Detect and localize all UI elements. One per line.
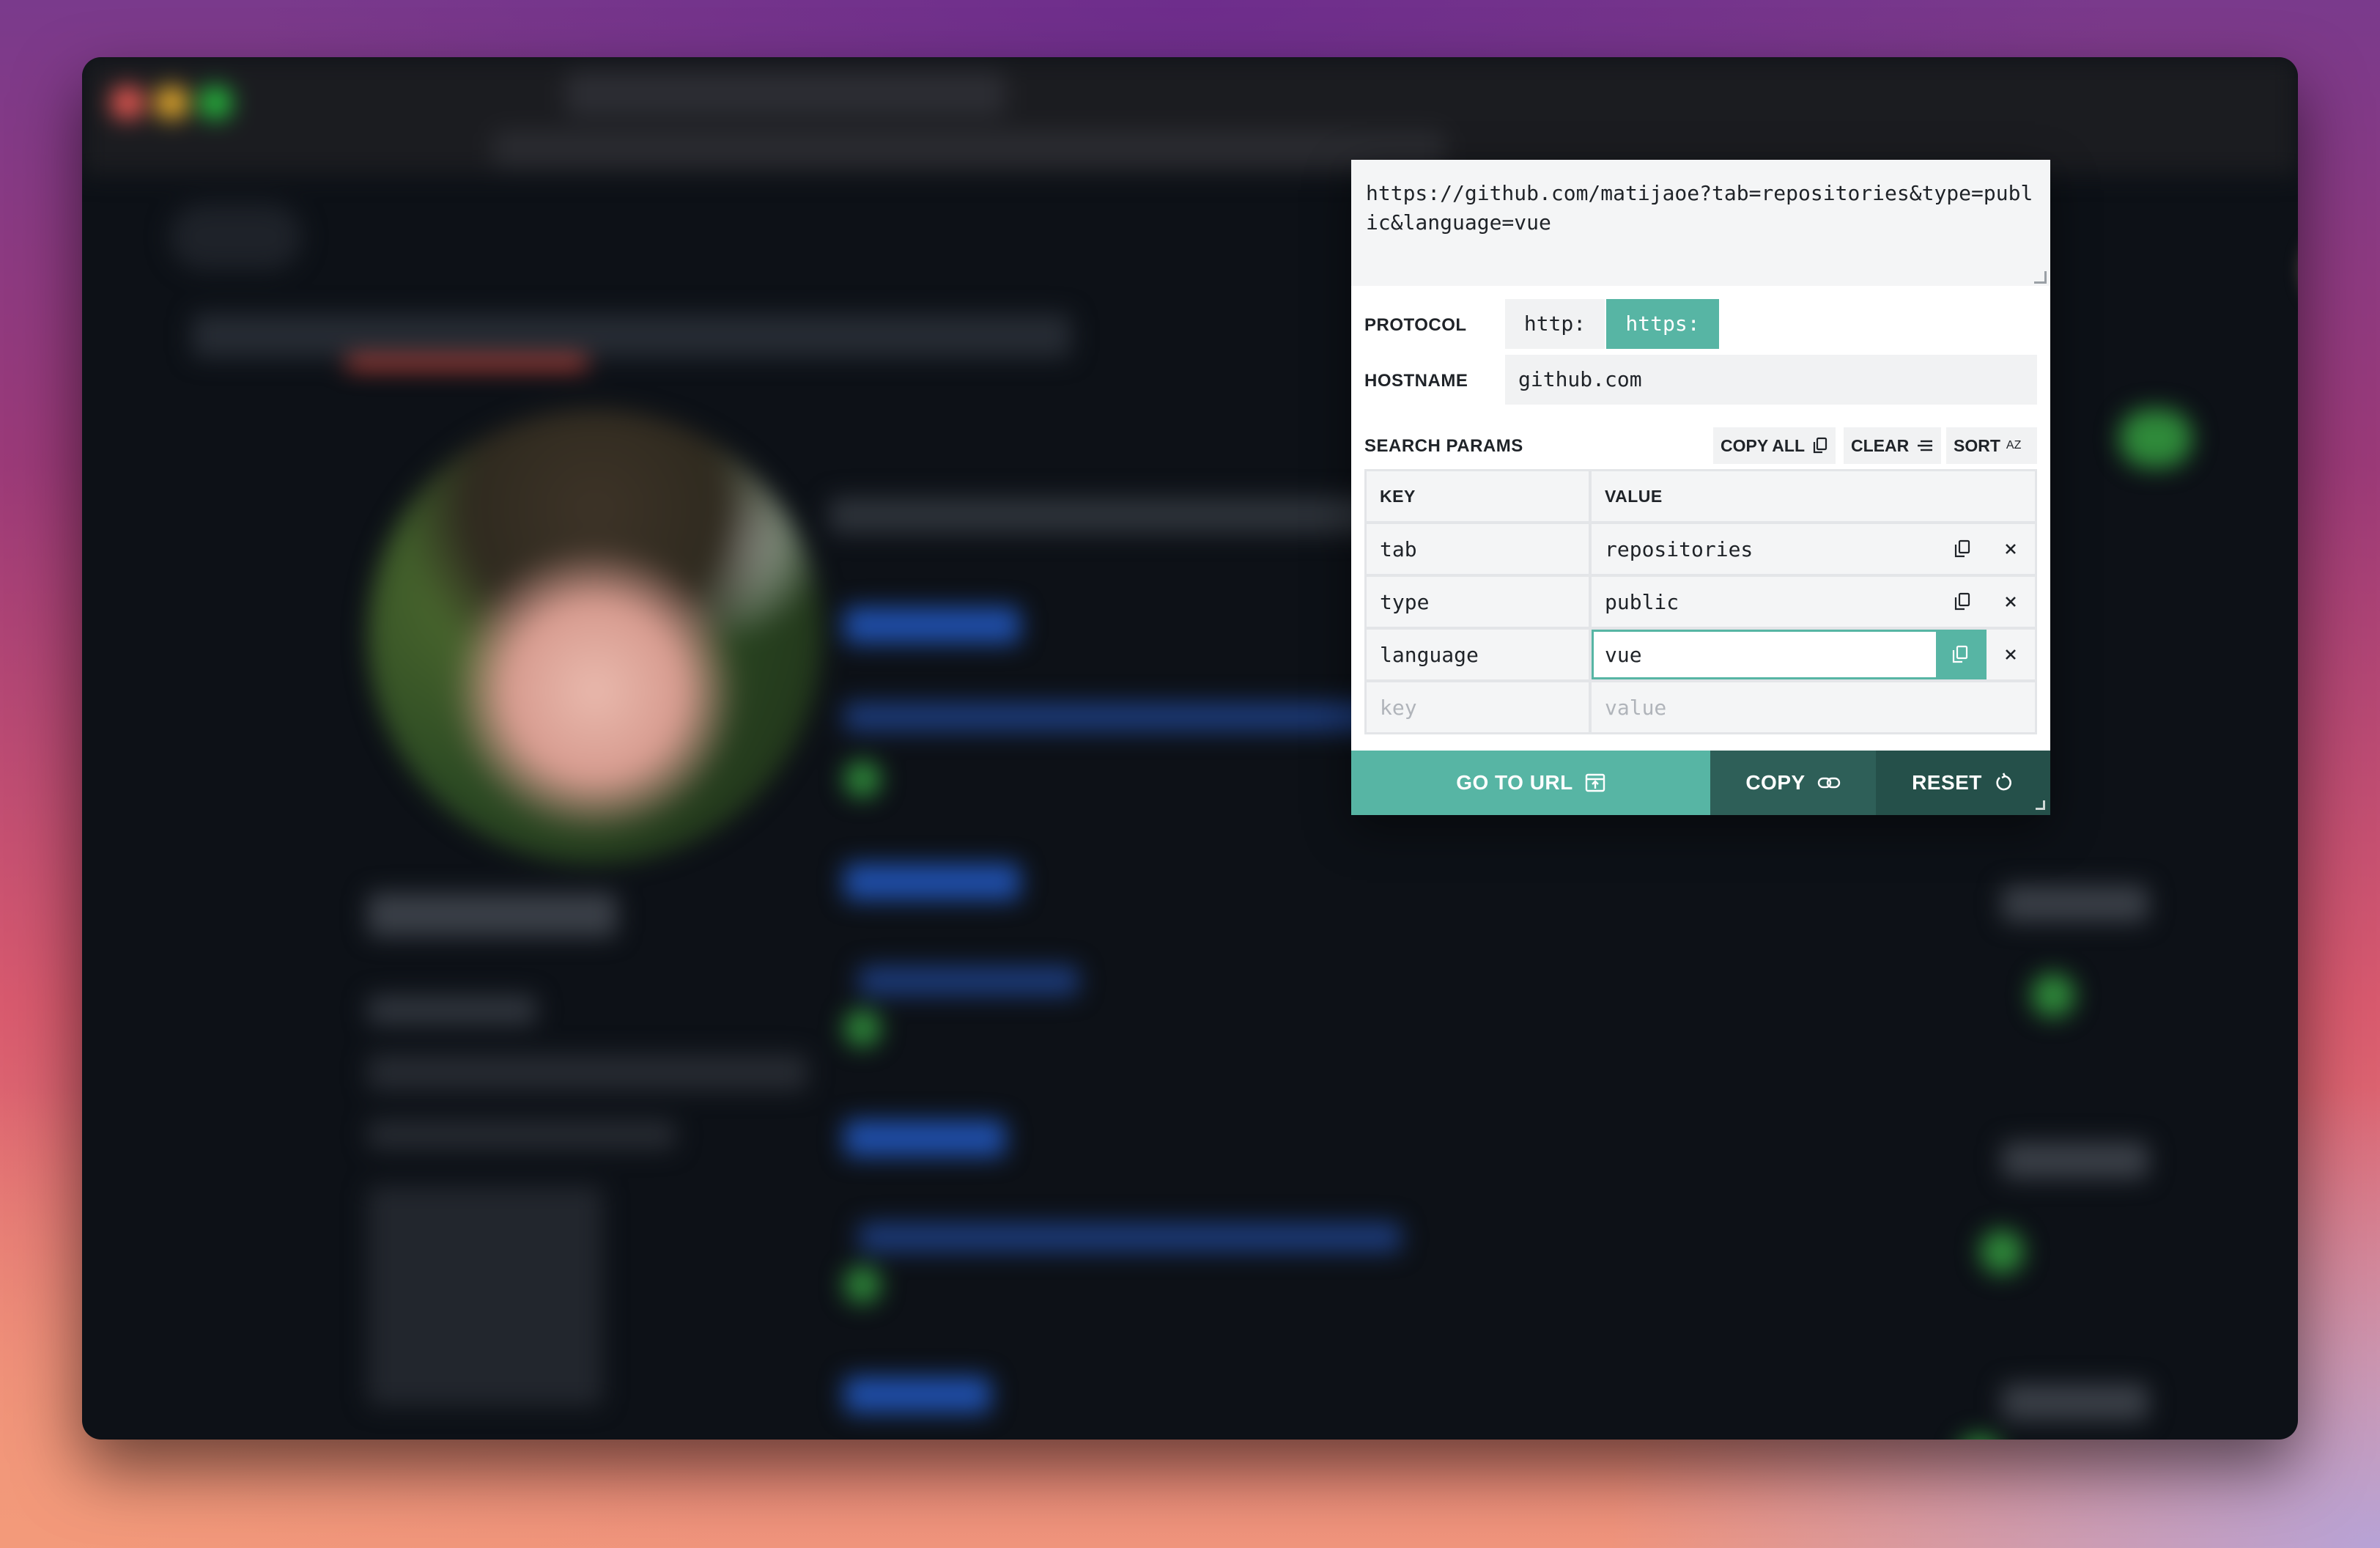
lang-dot	[844, 1267, 881, 1303]
repo-topics	[844, 702, 1430, 731]
protocol-https-option[interactable]: https:	[1606, 299, 1719, 349]
repo-topics	[859, 966, 1079, 995]
new-value-input[interactable]: value	[1592, 682, 2035, 732]
url-textarea[interactable]: https://github.com/matijaoe?tab=reposito…	[1351, 160, 2050, 286]
repo-topics	[859, 1223, 1401, 1252]
copy-url-button[interactable]: COPY	[1710, 751, 1876, 815]
green-badge	[2119, 409, 2192, 468]
param-key-input[interactable]: language	[1367, 630, 1589, 679]
reset-icon	[1996, 773, 2011, 791]
clear-label: CLEAR	[1851, 436, 1910, 455]
minimize-dot-icon	[155, 86, 188, 119]
open-in-tab-icon	[1585, 773, 1605, 792]
remove-param-button[interactable]	[1987, 630, 2035, 679]
follow-button	[368, 1054, 808, 1091]
remove-param-button[interactable]	[1987, 525, 2035, 573]
profile-name	[368, 893, 617, 937]
maximize-dot-icon	[199, 86, 232, 119]
protocol-http-option[interactable]: http:	[1505, 299, 1605, 349]
hostname-input[interactable]: github.com	[1505, 355, 2037, 405]
param-value-input[interactable]: public	[1605, 590, 1938, 614]
active-tab-underline	[346, 358, 588, 368]
browser-tab	[566, 72, 1005, 116]
copy-icon	[1952, 645, 1968, 663]
profile-details	[368, 1186, 602, 1406]
repo-link	[844, 607, 1020, 644]
new-param-row: key value	[1367, 682, 2035, 732]
repo-link	[844, 1376, 991, 1413]
clear-button[interactable]: CLEAR	[1844, 427, 1942, 464]
param-value-cell: public	[1592, 577, 2035, 627]
sort-button[interactable]: SORT AZ	[1946, 427, 2037, 464]
copy-icon	[1954, 592, 1970, 611]
profile-avatar	[368, 409, 822, 863]
protocol-label: PROTOCOL	[1364, 315, 1467, 335]
param-value-cell: vue	[1592, 630, 2035, 679]
go-to-url-button[interactable]: GO TO URL	[1351, 751, 1710, 815]
search-params-table: KEY VALUE tab repositories type public l…	[1364, 469, 2037, 734]
activity-dot	[2031, 973, 2075, 1017]
copy-all-label: COPY ALL	[1721, 436, 1806, 455]
star-button	[2002, 1384, 2148, 1420]
activity-dot	[1980, 1230, 2024, 1274]
followers-line	[368, 1120, 676, 1149]
param-value-input[interactable]: vue	[1605, 643, 1936, 667]
reset-label: RESET	[1912, 771, 1982, 794]
clear-lines-icon	[1918, 440, 1933, 452]
url-editor-popup: https://github.com/matijaoe?tab=reposito…	[1351, 160, 2050, 815]
key-column-header: KEY	[1367, 471, 1589, 521]
sort-az-icon: AZ	[2006, 439, 2022, 452]
table-row: type public	[1367, 577, 2035, 627]
param-key-input[interactable]: tab	[1367, 524, 1589, 574]
repo-link	[844, 863, 1020, 900]
param-value-input-focused[interactable]: vue	[1592, 630, 1987, 679]
sort-label: SORT	[1954, 436, 2000, 455]
github-logo	[170, 204, 302, 270]
star-button	[2002, 885, 2148, 922]
copy-all-button[interactable]: COPY ALL	[1713, 427, 1836, 464]
address-bar	[492, 130, 1445, 167]
table-row: language vue	[1367, 630, 2035, 679]
close-icon	[2006, 649, 2016, 660]
new-key-input[interactable]: key	[1367, 682, 1589, 732]
param-value-input[interactable]: repositories	[1605, 537, 1938, 561]
copy-param-button[interactable]	[1936, 632, 1984, 677]
hostname-label: HOSTNAME	[1364, 371, 1468, 391]
search-params-label: SEARCH PARAMS	[1364, 436, 1523, 456]
popup-resize-handle[interactable]	[2036, 800, 2045, 810]
lang-dot	[844, 1010, 881, 1047]
param-value-cell: repositories	[1592, 524, 2035, 574]
star-button	[2002, 1142, 2148, 1179]
go-to-url-label: GO TO URL	[1456, 771, 1573, 794]
copy-icon	[1813, 437, 1828, 454]
profile-handle	[368, 995, 536, 1025]
copy-icon	[1954, 539, 1970, 558]
textarea-resize-handle[interactable]	[2034, 271, 2047, 284]
copy-url-label: COPY	[1745, 771, 1806, 794]
link-icon	[1817, 777, 1840, 789]
copy-param-button[interactable]	[1938, 525, 1987, 573]
repo-link	[844, 1120, 1005, 1157]
remove-param-button[interactable]	[1987, 578, 2035, 626]
value-column-header: VALUE	[1592, 471, 2035, 521]
lang-dot	[844, 761, 881, 797]
close-icon	[2006, 544, 2016, 554]
reset-button[interactable]: RESET	[1876, 751, 2050, 815]
repo-nav	[192, 314, 1071, 358]
param-key-input[interactable]: type	[1367, 577, 1589, 627]
table-row: tab repositories	[1367, 524, 2035, 574]
copy-param-button[interactable]	[1938, 578, 1987, 626]
close-dot-icon	[111, 86, 144, 119]
table-header-row: KEY VALUE	[1367, 471, 2035, 521]
activity-dot	[1958, 1435, 2002, 1440]
close-icon	[2006, 597, 2016, 607]
